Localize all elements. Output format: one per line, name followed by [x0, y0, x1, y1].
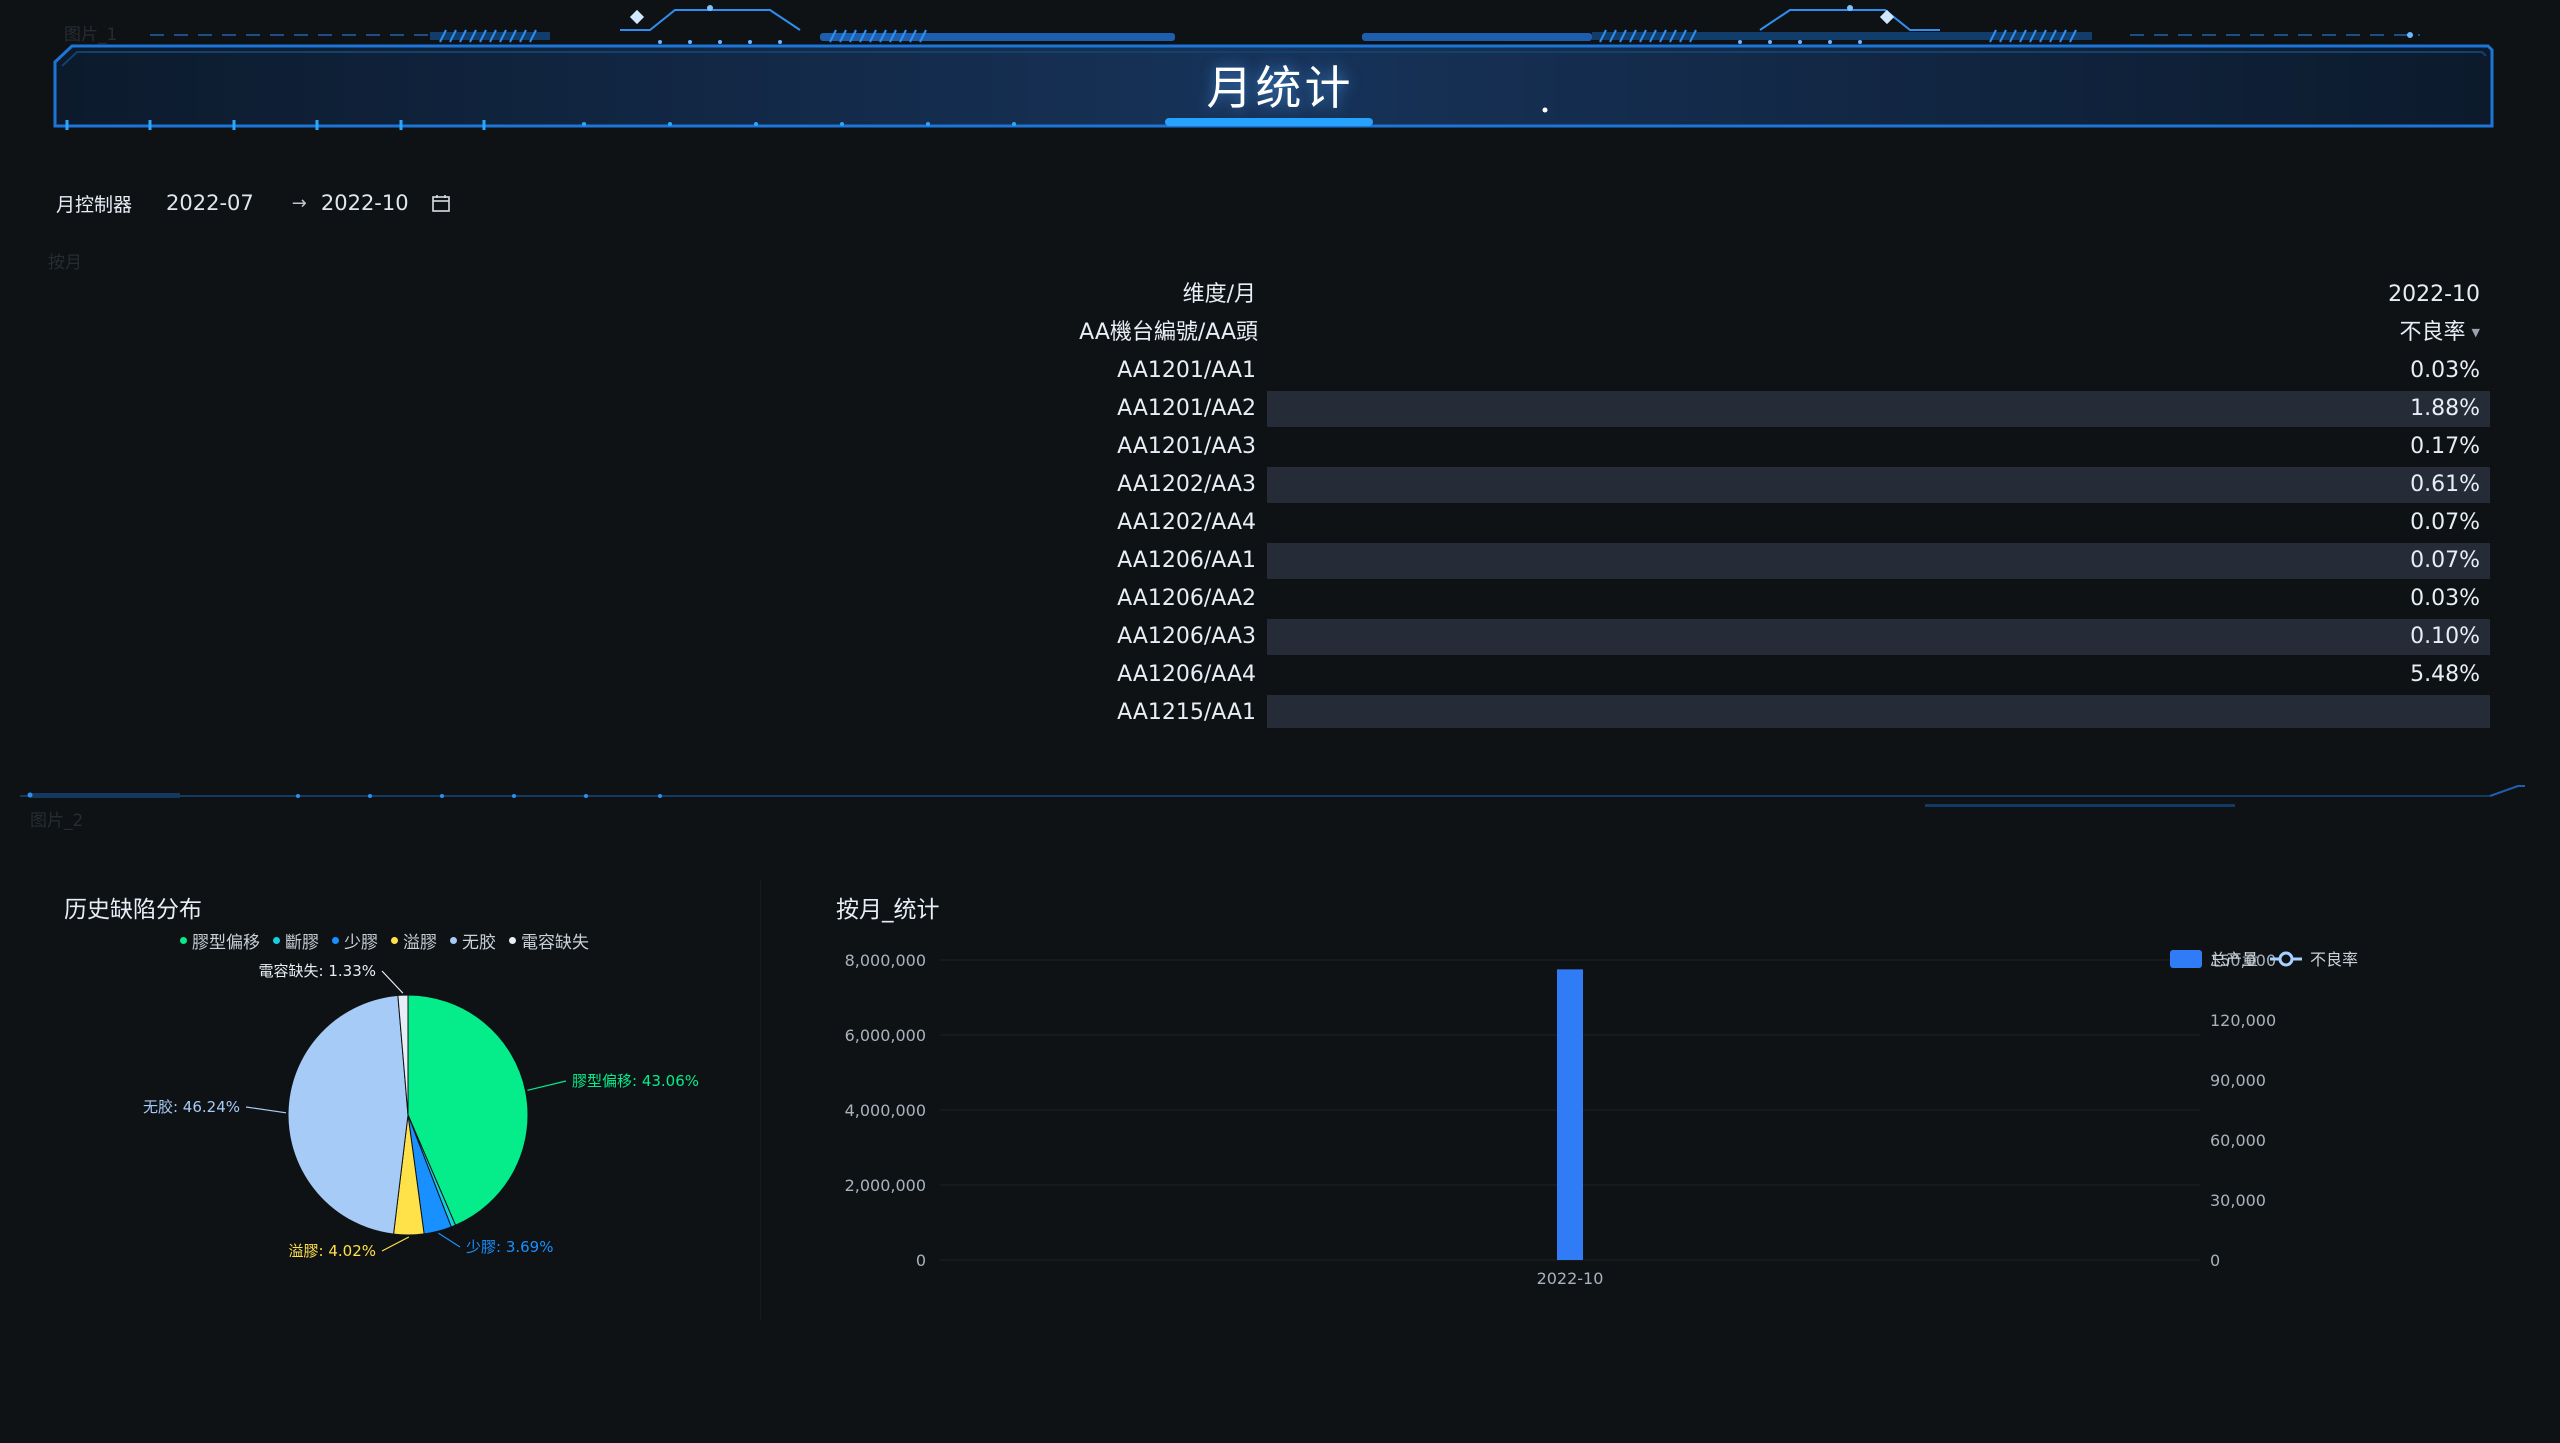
row-cell-bg: [1267, 695, 2490, 728]
y-right-tick-label: 30,000: [2210, 1191, 2266, 1210]
row-key: AA1206/AA4: [1117, 662, 1256, 687]
end-month-input[interactable]: 2022-10: [321, 191, 409, 215]
table-row: AA1202/AA4 0.07%: [1060, 504, 2490, 542]
pie-chart-title: 历史缺陷分布: [64, 897, 202, 923]
row-value: 0.61%: [2410, 472, 2480, 497]
row-key: AA1202/AA4: [1117, 510, 1256, 535]
table-subheader-row: AA機台編號/AA頭 不良率 ▼: [1060, 314, 2490, 352]
legend-marker[interactable]: [2170, 950, 2202, 968]
start-month-input[interactable]: 2022-07: [166, 191, 254, 215]
table-row: AA1206/AA1 0.07%: [1060, 542, 2490, 580]
month-range-picker[interactable]: 月控制器 2022-07 → 2022-10: [56, 188, 451, 218]
row-value: 0.17%: [2410, 434, 2480, 459]
row-cell-bg: [1267, 429, 2490, 465]
row-value: 0.10%: [2410, 624, 2480, 649]
y-left-tick-label: 6,000,000: [845, 1026, 926, 1045]
y-right-tick-label: 120,000: [2210, 1011, 2276, 1030]
legend-label: 不良率: [2310, 950, 2358, 969]
month-control-label: 月控制器: [56, 193, 133, 216]
table-row: AA1201/AA1 0.03%: [1060, 352, 2490, 390]
table-row: AA1206/AA2 0.03%: [1060, 580, 2490, 618]
dashboard-page: 月统计 图片_1 月控制器 2022-07 → 2022-10 按月 维度/月 …: [0, 0, 2560, 1443]
legend-marker: [391, 937, 398, 944]
row-cell-bg: [1267, 391, 2490, 427]
panel-divider: [760, 880, 761, 1320]
table-header-row: 维度/月 2022-10: [1060, 276, 2490, 314]
image-label: 图片_2: [30, 811, 84, 831]
pie-slice[interactable]: [287, 994, 409, 1235]
pie-label-line: [245, 1106, 287, 1114]
y-right-tick-label: 0: [2210, 1251, 2220, 1270]
dimension-header: AA機台編號/AA頭: [1079, 320, 1258, 345]
row-cell-bg: [1267, 657, 2490, 693]
table-row: AA1202/AA3 0.61%: [1060, 466, 2490, 504]
y-left-tick-label: 2,000,000: [845, 1176, 926, 1195]
pie-label: 溢膠: 4.02%: [289, 1242, 376, 1260]
bar-chart-title: 按月_统计: [836, 897, 940, 923]
row-key: AA1215/AA1: [1117, 700, 1256, 725]
row-key: AA1206/AA1: [1117, 548, 1256, 573]
row-cell-bg: [1267, 619, 2490, 655]
row-key: AA1202/AA3: [1117, 472, 1256, 497]
row-value: 0.07%: [2410, 510, 2480, 535]
legend-marker-dot: [2278, 951, 2294, 967]
row-value: 1.88%: [2410, 396, 2480, 421]
calendar-icon[interactable]: [431, 193, 451, 213]
pie-label-line: [438, 1232, 461, 1248]
row-value: 0.07%: [2410, 548, 2480, 573]
sort-caret-icon[interactable]: ▼: [2472, 314, 2480, 352]
page-title: 月统计: [1206, 61, 1354, 115]
table-row: AA1206/AA4 5.48%: [1060, 656, 2490, 694]
measure-header[interactable]: 不良率 ▼: [2400, 314, 2480, 352]
pie-label-line: [527, 1080, 567, 1091]
y-left-tick-label: 0: [916, 1251, 926, 1270]
pie-label: 電容缺失: 1.33%: [259, 962, 376, 980]
row-cell-bg: [1267, 581, 2490, 617]
row-key: AA1201/AA1: [1117, 358, 1256, 383]
section-separator: [20, 785, 2525, 807]
legend-marker: [509, 937, 516, 944]
bar[interactable]: [1557, 969, 1583, 1260]
y-right-tick-label: 60,000: [2210, 1131, 2266, 1150]
legend-marker: [180, 937, 187, 944]
y-left-tick-label: 8,000,000: [845, 951, 926, 970]
legend-marker: [450, 937, 457, 944]
pivot-table: 维度/月 2022-10 AA機台編號/AA頭 不良率 ▼ AA1201/AA1 …: [1060, 276, 2490, 728]
column-header: 2022-10: [2388, 282, 2480, 307]
row-key: AA1201/AA2: [1117, 396, 1256, 421]
legend-marker: [332, 937, 339, 944]
range-arrow-icon: →: [291, 192, 307, 214]
legend-label: 总产量: [2210, 950, 2258, 969]
section-label: 按月: [48, 253, 82, 273]
table-row: AA1201/AA3 0.17%: [1060, 428, 2490, 466]
y-right-tick-label: 90,000: [2210, 1071, 2266, 1090]
legend-marker: [273, 937, 280, 944]
row-cell-bg: [1267, 543, 2490, 579]
row-cell-bg: [1267, 505, 2490, 541]
y-left-tick-label: 4,000,000: [845, 1101, 926, 1120]
row-value: 0.03%: [2410, 358, 2480, 383]
row-key: AA1206/AA2: [1117, 586, 1256, 611]
row-value: 5.48%: [2410, 662, 2480, 687]
pie-label-line: [381, 1236, 410, 1252]
table-row: AA1206/AA3 0.10%: [1060, 618, 2490, 656]
row-value: 0.03%: [2410, 586, 2480, 611]
row-header: 维度/月: [1182, 282, 1256, 307]
row-cell-bg: [1267, 353, 2490, 389]
bar-chart: 0 2,000,000 4,000,000 6,000,000 8,000,000 0 30…: [845, 950, 2358, 1288]
image-label: 图片_1: [64, 25, 118, 45]
measure-label: 不良率: [2399, 320, 2466, 345]
pie-label: 无胶: 46.24%: [143, 1098, 240, 1116]
pie-label-line: [381, 970, 404, 994]
row-key: AA1206/AA3: [1117, 624, 1256, 649]
row-cell-bg: [1267, 467, 2490, 503]
pie-chart: 膠型偏移: 43.06% 少膠: 3.69% 溢膠: 4.02% 无胶: 46.24%…: [143, 962, 699, 1260]
x-tick-label: 2022-10: [1537, 1269, 1604, 1288]
pie-label: 少膠: 3.69%: [466, 1238, 553, 1256]
pie-label: 膠型偏移: 43.06%: [572, 1072, 699, 1090]
table-row: AA1215/AA1: [1060, 694, 2490, 728]
table-row: AA1201/AA2 1.88%: [1060, 390, 2490, 428]
row-key: AA1201/AA3: [1117, 434, 1256, 459]
